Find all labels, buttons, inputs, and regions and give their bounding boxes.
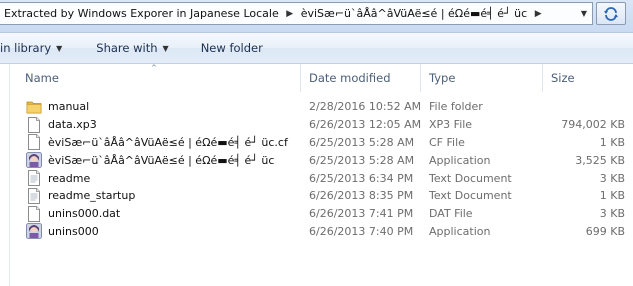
file-name-cell: unins000 (11, 223, 301, 240)
file-icon (26, 134, 42, 151)
column-header-type[interactable]: Type (421, 64, 543, 92)
file-name: readme (48, 171, 91, 185)
file-row[interactable]: unins000.dat 6/26/2013 7:41 PM DAT File 3 K… (11, 205, 633, 223)
file-type: Application (429, 224, 491, 238)
file-name: data.xp3 (48, 118, 97, 132)
file-name-cell: readme_startup (11, 187, 301, 204)
file-type: File folder (429, 100, 483, 114)
file-type: XP3 File (429, 118, 473, 132)
column-header-name-label: Name (25, 71, 59, 85)
file-name: unins000.dat (48, 207, 121, 221)
folder-icon (26, 99, 42, 115)
file-row[interactable]: readme_startup 6/26/2013 8:35 PM Text Docu… (11, 187, 633, 205)
text-doc-icon (26, 170, 42, 187)
file-date: 6/26/2013 7:40 PM (309, 224, 414, 238)
navigation-pane[interactable] (0, 64, 10, 286)
file-name: èviSæ⌐ü`âÅâ^âVüAë≤é | éΩé▬é╡ é┘ üc.cf (48, 135, 288, 149)
share-with-label: Share with (96, 41, 158, 55)
column-header-name[interactable]: ^ Name (11, 64, 301, 92)
file-name-cell: manual (11, 99, 301, 115)
file-row[interactable]: unins000 6/26/2013 7:40 PM Application 699 … (11, 223, 633, 241)
file-name-cell: èviSæ⌐ü`âÅâ^âVüAë≤é | éΩé▬é╡ é┘ üc.cf (11, 134, 301, 151)
file-row[interactable]: data.xp3 6/26/2013 12:05 AM XP3 File 794,00… (11, 116, 633, 134)
address-bar[interactable]: Extracted by Windows Exporer in Japanese… (0, 2, 593, 25)
breadcrumb-item[interactable]: èviSæ⌐ü`âÅâ^âVüAë≤é | éΩé▬é╡ é┘ üc (297, 7, 531, 20)
file-size: 3 KB (599, 171, 625, 185)
include-in-library-button[interactable]: in library ▼ (0, 36, 70, 60)
file-size: 794,002 KB (561, 118, 625, 132)
file-list: ^ Name Date modified Type Size manual 2/2… (11, 64, 633, 286)
chevron-down-icon: ▼ (162, 43, 169, 53)
breadcrumb-item[interactable]: Extracted by Windows Exporer in Japanese… (0, 7, 283, 20)
file-date: 6/25/2013 6:34 PM (309, 171, 414, 185)
text-doc-icon (26, 187, 42, 204)
file-date: 6/25/2013 5:28 AM (309, 153, 415, 167)
file-name-cell: èviSæ⌐ü`âÅâ^âVüAë≤é | éΩé▬é╡ é┘ üc (11, 152, 301, 169)
column-header-date-label: Date modified (309, 71, 391, 85)
new-folder-label: New folder (200, 41, 263, 55)
file-name: readme_startup (48, 189, 136, 203)
breadcrumb-chevron-icon[interactable]: ▶ (531, 9, 545, 19)
file-size: 1 KB (599, 189, 625, 203)
file-row[interactable]: èviSæ⌐ü`âÅâ^âVüAë≤é | éΩé▬é╡ é┘ üc.cf 6/2… (11, 134, 633, 152)
breadcrumb-chevron-icon[interactable]: ▶ (283, 9, 297, 19)
file-size: 3 KB (599, 207, 625, 221)
refresh-button[interactable] (596, 2, 626, 25)
file-size: 3,525 KB (575, 153, 625, 167)
column-header-size[interactable]: Size (543, 64, 633, 92)
command-bar: in library ▼ Share with ▼ New folder (0, 33, 633, 64)
file-name: èviSæ⌐ü`âÅâ^âVüAë≤é | éΩé▬é╡ é┘ üc (48, 153, 275, 167)
new-folder-button[interactable]: New folder (193, 36, 271, 60)
file-row[interactable]: èviSæ⌐ü`âÅâ^âVüAë≤é | éΩé▬é╡ é┘ üc 6/25/2… (11, 151, 633, 169)
file-type: CF File (429, 135, 465, 149)
address-dropdown-icon[interactable]: ▼ (576, 3, 592, 24)
app-icon (26, 152, 42, 169)
file-type: Text Document (429, 171, 512, 185)
file-name: manual (48, 100, 90, 114)
file-date: 6/26/2013 12:05 AM (309, 118, 421, 132)
file-type: Application (429, 153, 491, 167)
column-header-date[interactable]: Date modified (301, 64, 421, 92)
file-name-cell: unins000.dat (11, 205, 301, 222)
file-icon (26, 116, 42, 133)
file-date: 6/25/2013 5:28 AM (309, 135, 415, 149)
file-date: 2/28/2016 10:52 AM (309, 100, 421, 114)
chevron-down-icon: ▼ (56, 43, 63, 53)
address-bar-area: Extracted by Windows Exporer in Japanese… (0, 0, 633, 33)
file-rows: manual 2/28/2016 10:52 AM File folder data.… (11, 98, 633, 240)
column-header-type-label: Type (429, 71, 456, 85)
app-icon (26, 223, 42, 240)
include-in-library-label: in library (0, 41, 52, 55)
column-header-size-label: Size (551, 71, 575, 85)
file-date: 6/26/2013 8:35 PM (309, 189, 414, 203)
sort-indicator-icon: ^ (151, 64, 157, 72)
file-row[interactable]: manual 2/28/2016 10:52 AM File folder (11, 98, 633, 116)
file-icon (26, 205, 42, 222)
file-size: 699 KB (585, 224, 625, 238)
file-name-cell: data.xp3 (11, 116, 301, 133)
file-name: unins000 (48, 224, 99, 238)
file-type: Text Document (429, 189, 512, 203)
file-size: 1 KB (599, 135, 625, 149)
share-with-button[interactable]: Share with ▼ (88, 36, 176, 60)
refresh-icon (604, 6, 618, 21)
file-row[interactable]: readme 6/25/2013 6:34 PM Text Document 3 KB (11, 169, 633, 187)
column-header-row: ^ Name Date modified Type Size (11, 64, 633, 92)
file-type: DAT File (429, 207, 473, 221)
file-name-cell: readme (11, 170, 301, 187)
file-date: 6/26/2013 7:41 PM (309, 207, 414, 221)
